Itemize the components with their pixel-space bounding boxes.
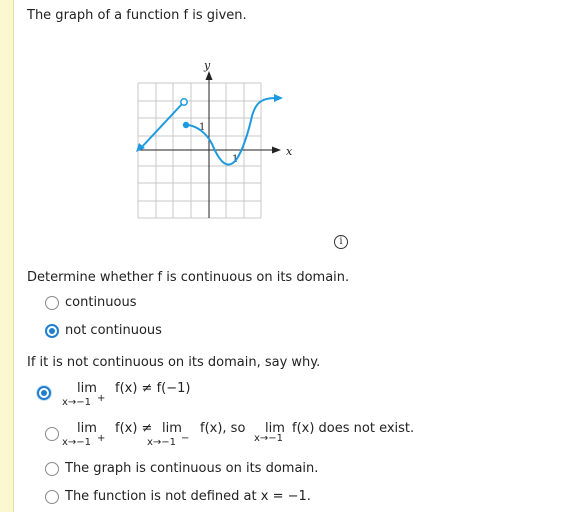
reason-1-expression: f(x) ≠ f(−1) [115, 381, 191, 396]
option-continuous-label: continuous [65, 295, 137, 310]
radio-continuous[interactable] [45, 296, 59, 310]
reason-2-sup-2: − [181, 433, 190, 444]
x-axis-label: x [286, 145, 293, 158]
question-why: If it is not continuous on its domain, s… [27, 355, 321, 370]
open-dot [180, 98, 188, 106]
radio-reason-4[interactable] [45, 490, 59, 504]
option-not-continuous-label: not continuous [65, 323, 162, 338]
y-axis-label: y [203, 60, 211, 72]
reason-2-mid-2: f(x), so [200, 421, 246, 436]
reason-2-mid: f(x) ≠ [115, 421, 153, 436]
reason-2-sup-1: + [97, 433, 106, 444]
reason-2-lim-2: lim [162, 421, 182, 436]
problem-prompt: The graph of a function f is given. [27, 8, 247, 23]
function-curve [139, 97, 277, 166]
reason-2-sub-1: x→−1 [62, 437, 92, 448]
closed-dot [182, 121, 190, 129]
question-continuity: Determine whether f is continuous on its… [27, 270, 350, 285]
y-axis-arrow [205, 71, 213, 80]
left-branch [139, 103, 183, 150]
reason-1-limit-sub: x→−1 [62, 397, 92, 408]
reason-2-sub-2: x→−1 [147, 437, 177, 448]
reason-1-limit-sup: + [97, 393, 106, 404]
reason-3-label: The graph is continuous on its domain. [65, 461, 319, 476]
radio-reason-2[interactable] [45, 427, 59, 441]
left-margin-strip [0, 0, 14, 512]
function-graph: y x 1 1 [136, 60, 293, 219]
x-axis-arrow [272, 146, 281, 154]
radio-reason-3[interactable] [45, 462, 59, 476]
reason-4-label: The function is not defined at x = −1. [65, 489, 311, 504]
right-end-arrow [274, 94, 283, 102]
reason-2-lim-1: lim [77, 421, 97, 436]
reason-2-sub-3: x→−1 [254, 433, 284, 444]
reason-2-end: f(x) does not exist. [292, 421, 415, 436]
radio-reason-1[interactable] [37, 386, 51, 400]
radio-not-continuous[interactable] [45, 324, 59, 338]
reason-1-lim: lim [77, 381, 97, 396]
info-icon[interactable]: i [334, 235, 348, 249]
